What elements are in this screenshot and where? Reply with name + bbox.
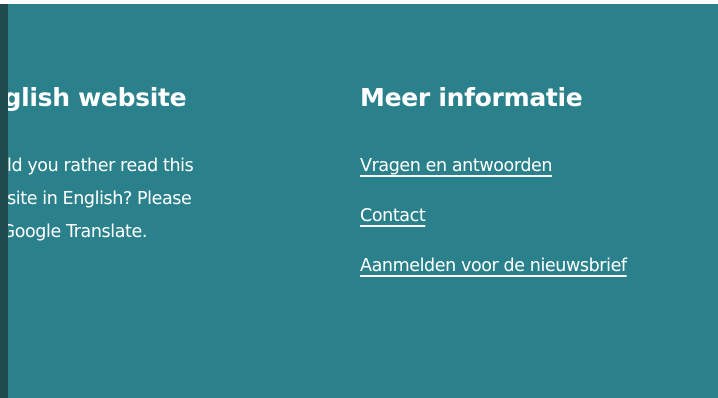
english-text-line-3: e Google Translate.	[8, 222, 148, 242]
english-text-line-2: ebsite in English? Please	[8, 189, 192, 209]
english-website-heading: nglish website	[8, 83, 187, 112]
link-vragen-en-antwoorden[interactable]: Vragen en antwoorden	[360, 150, 660, 183]
link-contact[interactable]: Contact	[360, 200, 660, 233]
meer-informatie-heading: Meer informatie	[360, 83, 583, 112]
list-item: Contact	[360, 200, 660, 233]
site-footer: nglish website ould you rather read this…	[8, 4, 718, 398]
list-item: Vragen en antwoorden	[360, 150, 660, 183]
page-frame: nglish website ould you rather read this…	[0, 0, 718, 398]
link-aanmelden-nieuwsbrief[interactable]: Aanmelden voor de nieuwsbrief	[360, 250, 640, 283]
english-text-line-1: ould you rather read this	[8, 156, 194, 176]
english-website-text: ould you rather read this ebsite in Engl…	[8, 150, 316, 249]
list-item: Aanmelden voor de nieuwsbrief	[360, 250, 640, 283]
left-edge-shadow	[0, 4, 8, 398]
